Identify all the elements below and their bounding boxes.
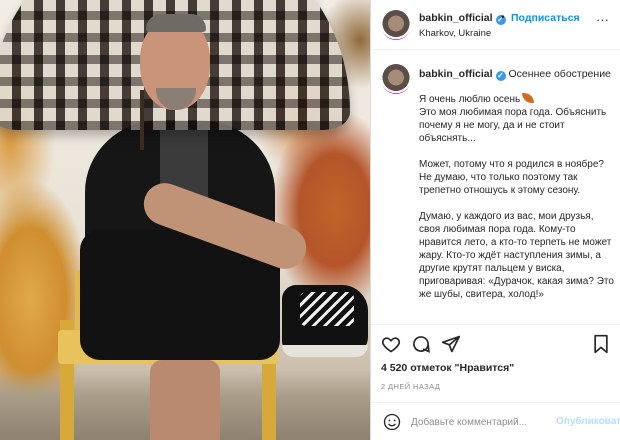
username-link[interactable]: babkin_official ✓ — [419, 12, 506, 25]
separator-dot: • — [501, 12, 505, 23]
caption-paragraph: Думаю, у каждого из вас, мои друзья, сво… — [419, 211, 614, 300]
umbrella-shaft — [140, 90, 144, 150]
post-photo[interactable] — [0, 0, 370, 440]
more-options-icon[interactable]: ··· — [596, 12, 609, 27]
comment-input[interactable] — [411, 414, 561, 430]
verified-icon: ✓ — [495, 71, 506, 81]
leaf-icon — [522, 93, 535, 103]
comment-icon[interactable] — [411, 334, 431, 354]
comment-bar: Опубликовать — [371, 402, 620, 440]
caption-paragraph: Может, потому что я родился в ноябре? Не… — [419, 159, 604, 196]
caption-paragraph: Я очень люблю осень Это моя любимая пора… — [419, 93, 607, 144]
location-link[interactable]: Kharkov, Ukraine — [419, 28, 491, 39]
caption-body: Я очень люблю осень Это моя любимая пора… — [419, 93, 615, 314]
person-leg — [150, 360, 220, 440]
sneaker-sole — [282, 345, 368, 357]
caption-avatar[interactable] — [381, 64, 411, 94]
caption-username[interactable]: babkin_official — [419, 68, 493, 80]
post-header: babkin_official ✓ • Подписаться Kharkov, … — [371, 0, 620, 50]
heart-icon[interactable] — [381, 334, 401, 354]
username-text[interactable]: babkin_official — [419, 12, 493, 24]
follow-button[interactable]: Подписаться — [511, 12, 580, 24]
avatar[interactable] — [381, 10, 411, 40]
publish-comment-button[interactable]: Опубликовать — [556, 416, 620, 427]
post-timestamp[interactable]: 2 ДНЕЙ НАЗАД — [381, 382, 440, 391]
share-icon[interactable] — [441, 334, 461, 354]
emoji-icon[interactable] — [383, 413, 401, 431]
caption: babkin_official ✓ Осеннее обострение Я оче… — [371, 50, 620, 324]
bookmark-icon[interactable] — [591, 334, 611, 354]
sneaker-laces — [300, 292, 354, 326]
likes-count[interactable]: 4 520 отметок "Нравится" — [381, 362, 514, 374]
post-sidebar: babkin_official ✓ • Подписаться Kharkov, … — [370, 0, 620, 440]
person-hair — [146, 14, 206, 32]
caption-title: Осеннее обострение — [508, 68, 611, 80]
caption-header: babkin_official ✓ Осеннее обострение — [419, 68, 611, 81]
action-bar — [371, 324, 620, 360]
